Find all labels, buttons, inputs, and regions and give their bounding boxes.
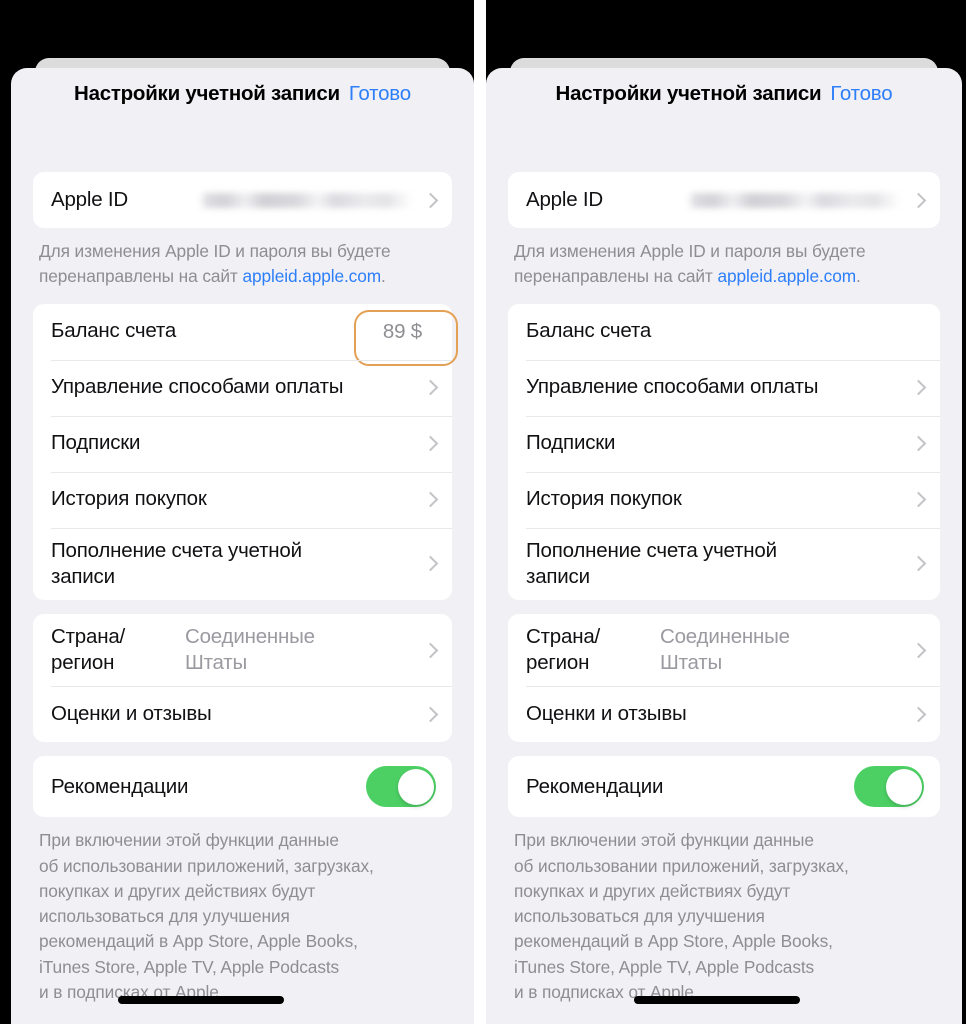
manage-payment-methods-label: Управление способами оплаты (51, 375, 344, 399)
row-subscriptions[interactable]: Подписки (508, 415, 940, 472)
account-group-left: Баланс счета 89 $ Управление способами о… (33, 303, 458, 600)
appleid-link[interactable]: appleid.apple.com (242, 266, 381, 286)
recommendations-hint-right: При включении этой функции данные об исп… (514, 830, 849, 1002)
account-group-right: Баланс счета Управление способами оплаты… (508, 303, 940, 600)
page-title: Настройки учетной записи (555, 82, 822, 105)
appleid-link[interactable]: appleid.apple.com (717, 266, 856, 286)
recommendations-label: Рекомендации (51, 774, 189, 798)
recommendations-label: Рекомендации (526, 774, 664, 798)
sheet-header-left: Настройки учетной записи Готово (11, 68, 474, 120)
chevron-right-icon (425, 641, 436, 660)
manage-payment-methods-label: Управление способами оплаты (526, 375, 819, 399)
home-indicator-right (634, 996, 800, 1004)
toggle-knob (885, 768, 922, 805)
recommendations-toggle[interactable] (854, 766, 924, 808)
row-account-balance[interactable]: Баланс счета (508, 304, 940, 360)
sheet-header-right: Настройки учетной записи Готово (486, 68, 962, 120)
add-funds-label: Пополнение счета учетной записи (526, 538, 777, 588)
chevron-right-icon (913, 705, 924, 724)
apple-id-label: Apple ID (526, 187, 604, 211)
apple-id-value-redacted (687, 192, 900, 208)
page-title: Настройки учетной записи (74, 82, 340, 105)
chevron-right-icon (913, 554, 924, 573)
apple-id-hint-text-after: . (381, 266, 386, 287)
recommendations-group-right: Рекомендации (508, 756, 940, 818)
ratings-reviews-label: Оценки и отзывы (526, 702, 687, 726)
chevron-right-icon (913, 641, 924, 660)
screenshot-stage: Настройки учетной записи Готово Apple ID… (0, 0, 966, 1024)
apple-id-label: Apple ID (51, 187, 129, 211)
row-manage-payment-methods[interactable]: Управление способами оплаты (508, 359, 940, 416)
recommendations-hint-left: При включении этой функции данные об исп… (39, 830, 374, 1002)
row-manage-payment-methods[interactable]: Управление способами оплаты (33, 359, 452, 416)
row-ratings-reviews[interactable]: Оценки и отзывы (508, 686, 940, 742)
apple-id-hint-left: Для изменения Apple ID и пароля вы будет… (33, 228, 452, 290)
row-recommendations[interactable]: Рекомендации (33, 756, 452, 817)
apple-id-hint-right: Для изменения Apple ID и пароля вы будет… (508, 228, 940, 290)
toggle-knob (397, 768, 434, 805)
chevron-right-icon (425, 490, 436, 509)
row-account-balance[interactable]: Баланс счета 89 $ (33, 304, 458, 366)
chevron-right-icon (913, 434, 924, 453)
country-region-label: Страна/ регион (526, 624, 601, 675)
chevron-right-icon (425, 191, 436, 210)
chevron-right-icon (425, 705, 436, 724)
row-apple-id[interactable]: Apple ID (33, 172, 452, 228)
row-ratings-reviews[interactable]: Оценки и отзывы (33, 686, 452, 742)
chevron-right-icon (913, 490, 924, 509)
done-button[interactable]: Готово (830, 82, 892, 106)
apple-id-group-left: Apple ID (33, 172, 452, 228)
row-add-funds[interactable]: Пополнение счета учетной записи (33, 527, 452, 600)
region-group-left: Страна/ регион Соединенные Штаты Оценки … (33, 613, 452, 743)
account-balance-label: Баланс счета (526, 319, 652, 343)
done-button[interactable]: Готово (349, 82, 411, 106)
purchase-history-label: История покупок (51, 487, 207, 511)
row-recommendations[interactable]: Рекомендации (508, 756, 940, 817)
row-add-funds[interactable]: Пополнение счета учетной записи (508, 527, 940, 600)
row-apple-id[interactable]: Apple ID (508, 172, 940, 228)
row-country-region[interactable]: Страна/ регион Соединенные Штаты (508, 614, 940, 686)
chevron-right-icon (425, 434, 436, 453)
sheet-body-right: Apple ID Для изменения Apple ID и пароля… (486, 172, 962, 1005)
account-settings-sheet-left: Настройки учетной записи Готово Apple ID… (11, 68, 474, 1024)
chevron-right-icon (913, 191, 924, 210)
purchase-history-label: История покупок (526, 487, 682, 511)
apple-id-hint-text-after: . (856, 266, 861, 287)
apple-id-value-redacted (199, 192, 412, 208)
account-settings-sheet-right: Настройки учетной записи Готово Apple ID… (486, 68, 962, 1024)
account-balance-label: Баланс счета (51, 319, 177, 343)
subscriptions-label: Подписки (51, 431, 141, 455)
chevron-right-icon (425, 554, 436, 573)
region-group-right: Страна/ регион Соединенные Штаты Оценки … (508, 613, 940, 743)
add-funds-label: Пополнение счета учетной записи (51, 538, 302, 588)
subscriptions-label: Подписки (526, 431, 616, 455)
sheet-body-left: Apple ID Для изменения Apple ID и пароля… (11, 172, 474, 1005)
account-balance-value: 89 $ (382, 319, 422, 343)
home-indicator-left (118, 996, 284, 1004)
row-purchase-history[interactable]: История покупок (33, 471, 452, 528)
chevron-right-icon (913, 378, 924, 397)
phone-panel-right: Настройки учетной записи Готово Apple ID… (486, 0, 966, 1024)
country-region-value: Соединенные Штаты (185, 624, 315, 675)
ratings-reviews-label: Оценки и отзывы (51, 702, 212, 726)
recommendations-toggle[interactable] (366, 766, 436, 808)
recommendations-group-left: Рекомендации (33, 756, 452, 818)
country-region-value: Соединенные Штаты (660, 624, 790, 675)
row-country-region[interactable]: Страна/ регион Соединенные Штаты (33, 614, 452, 686)
phone-panel-left: Настройки учетной записи Готово Apple ID… (0, 0, 474, 1024)
apple-id-group-right: Apple ID (508, 172, 940, 228)
row-purchase-history[interactable]: История покупок (508, 471, 940, 528)
country-region-label: Страна/ регион (51, 624, 126, 675)
chevron-right-icon (425, 378, 436, 397)
row-subscriptions[interactable]: Подписки (33, 415, 452, 472)
